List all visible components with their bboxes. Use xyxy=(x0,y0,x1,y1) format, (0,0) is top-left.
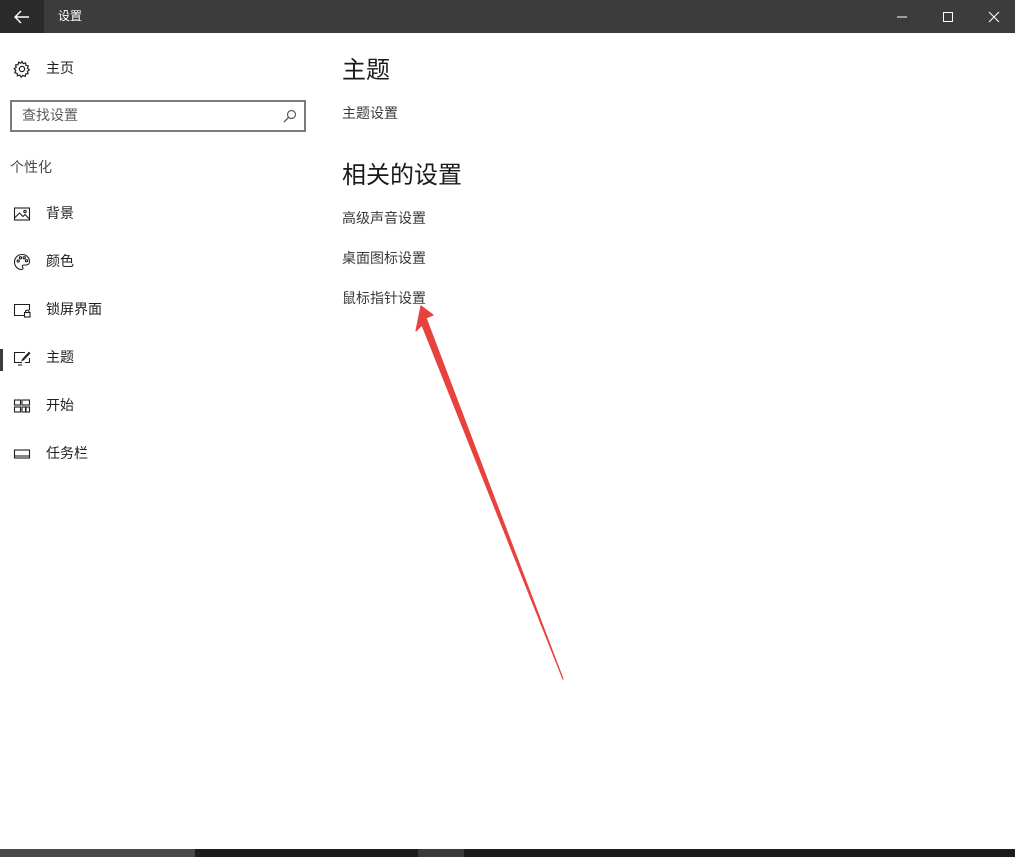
sidebar-item-home[interactable]: 主页 xyxy=(0,51,320,87)
sidebar-item-label: 主题 xyxy=(46,350,74,366)
minimize-button[interactable] xyxy=(879,0,925,33)
sidebar-item-label: 锁屏界面 xyxy=(46,302,102,318)
annotation-arrow-shape xyxy=(415,305,564,680)
taskbar-strip xyxy=(0,849,1015,857)
start-icon xyxy=(13,399,31,413)
window-title: 设置 xyxy=(58,9,83,23)
sidebar-item-background[interactable]: 背景 xyxy=(0,195,320,243)
minimize-icon xyxy=(897,16,907,17)
image-icon xyxy=(13,207,31,221)
theme-settings-link[interactable]: 主题设置 xyxy=(342,105,398,123)
sidebar-item-label: 任务栏 xyxy=(46,446,88,462)
mouse-pointer-settings-link[interactable]: 鼠标指针设置 xyxy=(342,290,426,308)
desktop-icon-settings-link[interactable]: 桌面图标设置 xyxy=(342,250,426,268)
back-button[interactable] xyxy=(0,0,44,33)
sidebar-item-lock-screen[interactable]: 锁屏界面 xyxy=(0,291,320,339)
sidebar-item-label: 主页 xyxy=(46,61,74,77)
sidebar: 主页 个性化 背景 xyxy=(0,33,320,849)
maximize-button[interactable] xyxy=(925,0,971,33)
search-icon[interactable] xyxy=(282,108,298,124)
maximize-icon xyxy=(943,11,953,22)
taskbar-icon xyxy=(13,449,31,459)
taskbar-segment xyxy=(0,849,195,857)
search-box[interactable] xyxy=(10,100,306,132)
gear-icon xyxy=(13,60,31,78)
palette-icon xyxy=(13,253,31,271)
title-bar: 设置 xyxy=(0,0,1015,33)
back-arrow-icon xyxy=(14,10,29,23)
page-title: 主题 xyxy=(342,56,390,84)
related-settings-heading: 相关的设置 xyxy=(342,161,462,189)
search-input[interactable] xyxy=(22,107,272,125)
sidebar-item-label: 背景 xyxy=(46,206,74,222)
sidebar-item-start[interactable]: 开始 xyxy=(0,387,320,435)
theme-icon xyxy=(13,351,31,366)
sidebar-item-colors[interactable]: 颜色 xyxy=(0,243,320,291)
nav-list: 背景 颜色 锁屏界面 主题 开始 任务栏 xyxy=(0,195,320,483)
section-label-personalization: 个性化 xyxy=(10,160,52,176)
sidebar-item-label: 颜色 xyxy=(46,254,74,270)
advanced-sound-settings-link[interactable]: 高级声音设置 xyxy=(342,210,426,228)
sidebar-item-label: 开始 xyxy=(46,398,74,414)
close-icon xyxy=(988,11,1000,22)
taskbar-segment xyxy=(418,849,464,857)
lock-screen-icon xyxy=(13,303,31,318)
sidebar-item-themes[interactable]: 主题 xyxy=(0,339,320,387)
close-button[interactable] xyxy=(971,0,1015,33)
sidebar-item-taskbar[interactable]: 任务栏 xyxy=(0,435,320,483)
